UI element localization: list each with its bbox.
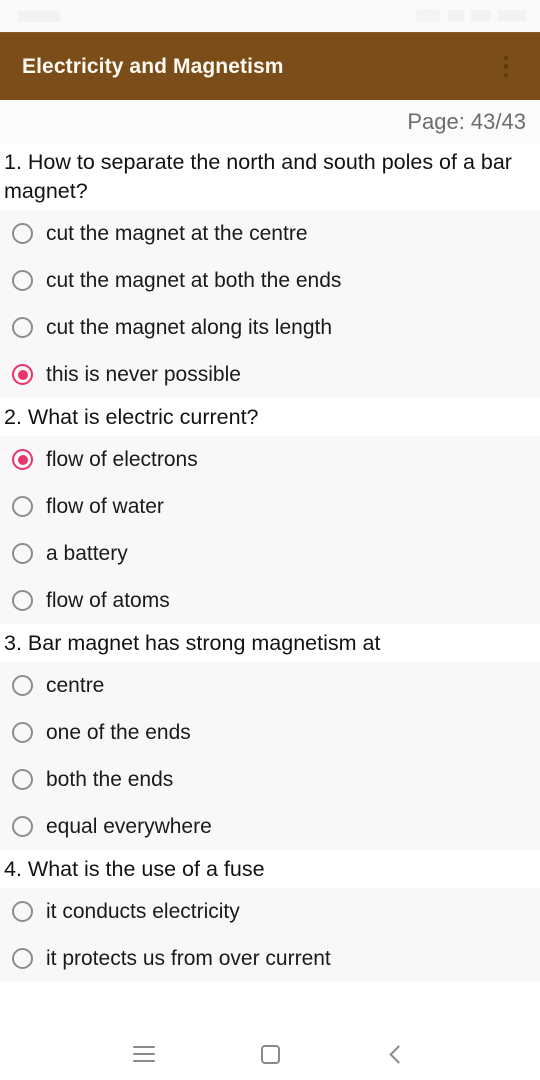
question-text: 4. What is the use of a fuse: [0, 850, 540, 888]
option-row[interactable]: one of the ends: [0, 709, 540, 756]
option-row[interactable]: equal everywhere: [0, 803, 540, 850]
radio-button-unselected[interactable]: [12, 816, 33, 837]
option-row[interactable]: a battery: [0, 530, 540, 577]
option-label: centre: [46, 673, 105, 697]
radio-button-unselected[interactable]: [12, 496, 33, 517]
more-vertical-icon[interactable]: [486, 40, 526, 94]
option-row[interactable]: cut the magnet at both the ends: [0, 257, 540, 304]
option-row[interactable]: it protects us from over current: [0, 935, 540, 982]
line: [133, 1053, 155, 1055]
option-label: a battery: [46, 541, 128, 565]
option-label: one of the ends: [46, 720, 191, 744]
option-label: flow of electrons: [46, 447, 198, 471]
radio-button-unselected[interactable]: [12, 317, 33, 338]
quiz-question-list[interactable]: 1. How to separate the north and south p…: [0, 143, 540, 1028]
wifi-icon: [415, 9, 441, 22]
option-row[interactable]: flow of atoms: [0, 577, 540, 624]
radio-button-selected[interactable]: [12, 449, 33, 470]
option-row[interactable]: cut the magnet at the centre: [0, 210, 540, 257]
recents-glyph: [133, 1046, 155, 1062]
option-label: cut the magnet at the centre: [46, 221, 308, 245]
option-group: centre one of the ends both the ends equ…: [0, 662, 540, 850]
app-bar: Electricity and Magnetism: [0, 32, 540, 100]
option-row[interactable]: flow of electrons: [0, 436, 540, 483]
option-label: it conducts electricity: [46, 899, 240, 923]
option-label: it protects us from over current: [46, 946, 331, 970]
radio-button-unselected[interactable]: [12, 675, 33, 696]
question-text: 3. Bar magnet has strong magnetism at: [0, 624, 540, 662]
option-group: cut the magnet at the centre cut the mag…: [0, 210, 540, 398]
radio-button-unselected[interactable]: [12, 901, 33, 922]
home-glyph: [260, 1044, 280, 1064]
page-indicator-bar: Page: 43/43: [0, 100, 540, 143]
radio-button-unselected[interactable]: [12, 590, 33, 611]
back-glyph: [389, 1044, 408, 1064]
radio-button-unselected[interactable]: [12, 769, 33, 790]
option-row[interactable]: centre: [0, 662, 540, 709]
radio-button-unselected[interactable]: [12, 722, 33, 743]
android-navigation-bar: [0, 1028, 540, 1080]
question-text: 2. What is electric current?: [0, 398, 540, 436]
option-label: both the ends: [46, 767, 174, 791]
radio-button-unselected[interactable]: [12, 948, 33, 969]
dot: [503, 64, 509, 69]
recents-icon[interactable]: [120, 1031, 168, 1077]
signal-secondary-icon: [471, 10, 491, 21]
option-group: it conducts electricity it protects us f…: [0, 888, 540, 982]
radio-button-unselected[interactable]: [12, 543, 33, 564]
phone-screen: Electricity and Magnetism Page: 43/43 1.…: [0, 0, 540, 1080]
dot: [503, 72, 509, 78]
dot: [503, 55, 509, 61]
back-icon[interactable]: [372, 1031, 420, 1077]
option-row[interactable]: this is never possible: [0, 351, 540, 398]
page-indicator-label: Page: 43/43: [407, 108, 526, 134]
option-label: cut the magnet at both the ends: [46, 268, 342, 292]
option-row[interactable]: it conducts electricity: [0, 888, 540, 935]
status-bar-left: [18, 11, 60, 22]
carrier-text-icon: [18, 11, 60, 22]
battery-icon: [498, 10, 526, 21]
option-label: this is never possible: [46, 362, 241, 386]
option-label: flow of atoms: [46, 588, 170, 612]
status-bar: [0, 0, 540, 32]
option-row[interactable]: both the ends: [0, 756, 540, 803]
signal-icon: [448, 10, 464, 21]
option-row[interactable]: flow of water: [0, 483, 540, 530]
page-title: Electricity and Magnetism: [22, 54, 284, 78]
option-label: equal everywhere: [46, 814, 212, 838]
option-label: flow of water: [46, 494, 164, 518]
status-bar-right: [415, 9, 526, 22]
option-label: cut the magnet along its length: [46, 315, 333, 339]
home-icon[interactable]: [246, 1031, 294, 1077]
line: [133, 1060, 155, 1062]
radio-button-unselected[interactable]: [12, 223, 33, 244]
option-group: flow of electrons flow of water a batter…: [0, 436, 540, 624]
line: [133, 1046, 155, 1048]
radio-button-selected[interactable]: [12, 364, 33, 385]
question-text: 1. How to separate the north and south p…: [0, 143, 540, 210]
radio-button-unselected[interactable]: [12, 270, 33, 291]
option-row[interactable]: cut the magnet along its length: [0, 304, 540, 351]
